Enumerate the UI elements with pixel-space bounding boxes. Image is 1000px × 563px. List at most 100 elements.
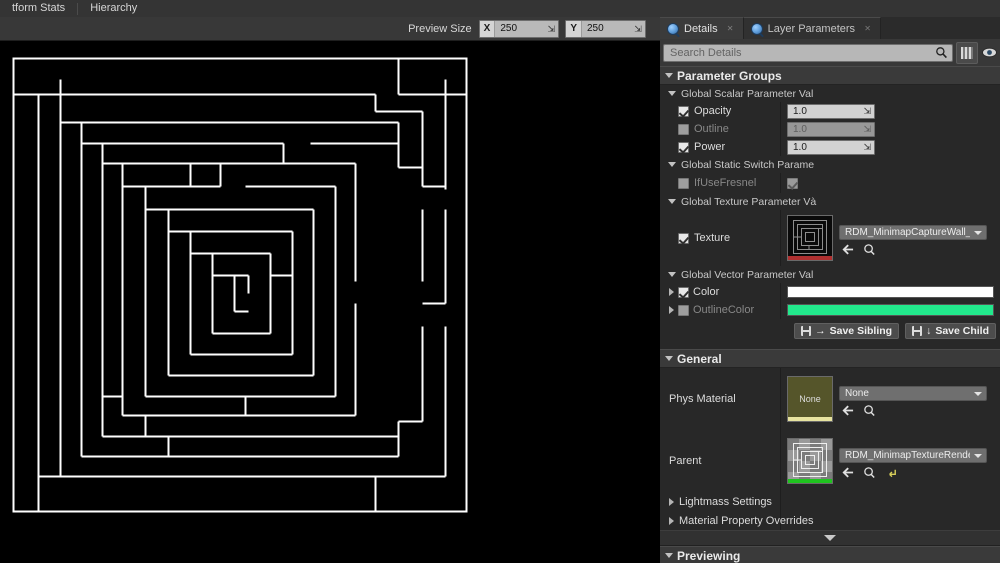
spinner-icon[interactable]: ⇲	[631, 20, 645, 37]
group-global-vector[interactable]: Global Vector Parameter Val	[660, 266, 1000, 283]
group-global-texture-label: Global Texture Parameter Và	[681, 195, 817, 208]
chevron-down-icon	[668, 272, 676, 277]
browse-to-asset-icon[interactable]	[841, 404, 854, 417]
category-parameter-groups[interactable]: Parameter Groups	[660, 66, 1000, 85]
row-power-right: 1.0 ⇲	[781, 139, 1000, 155]
parent-asset-picker: RDM_MinimapTextureRender_Mater	[787, 433, 987, 489]
spinner-icon[interactable]: ⇲	[544, 20, 559, 37]
row-lightmass-settings[interactable]: Lightmass Settings	[660, 492, 1000, 511]
row-texture-right: RDM_MinimapCaptureWall_TextureR	[781, 210, 1000, 266]
spinner-icon[interactable]: ⇲	[863, 106, 871, 117]
view-options-icon[interactable]	[981, 43, 997, 63]
browse-to-asset-icon[interactable]	[841, 466, 854, 479]
tab-hierarchy[interactable]: Hierarchy	[78, 0, 149, 17]
outline-checkbox[interactable]	[678, 123, 689, 135]
row-texture-left: Texture	[660, 210, 781, 266]
group-global-scalar[interactable]: Global Scalar Parameter Val	[660, 85, 1000, 102]
row-outlinecolor[interactable]: OutlineColor	[660, 301, 1000, 319]
group-global-static-switch[interactable]: Global Static Switch Parame	[660, 156, 1000, 173]
find-in-content-browser-icon[interactable]	[863, 466, 876, 479]
reset-to-default-icon[interactable]	[885, 466, 898, 479]
save-child-label: Save Child	[935, 325, 989, 337]
tab-layer-parameters-label: Layer Parameters	[767, 22, 856, 35]
material-preview-viewport[interactable]	[0, 41, 660, 563]
row-opacity[interactable]: Opacity 1.0 ⇲	[660, 102, 1000, 120]
preview-size-y-value[interactable]: 250	[582, 20, 631, 37]
row-ifusefresnel-left: IfUseFresnel	[660, 173, 781, 193]
chevron-down-icon	[974, 230, 982, 235]
opacity-value-field[interactable]: 1.0 ⇲	[787, 103, 875, 119]
expand-arrow-icon[interactable]	[669, 516, 674, 525]
column-settings-icon[interactable]	[956, 41, 978, 64]
color-checkbox[interactable]	[678, 286, 689, 298]
phys-material-thumbnail[interactable]: None	[787, 376, 833, 422]
parent-thumbnail[interactable]	[787, 438, 833, 484]
save-sibling-icon	[801, 326, 812, 336]
row-color[interactable]: Color	[660, 283, 1000, 301]
group-global-vector-label: Global Vector Parameter Val	[681, 268, 814, 281]
texture-picker-controls: RDM_MinimapCaptureWall_TextureR	[839, 215, 987, 256]
row-phys-material[interactable]: Phys Material None None	[660, 368, 1000, 430]
texture-label: Texture	[694, 232, 731, 244]
tab-platform-stats[interactable]: tform Stats	[0, 0, 77, 17]
outlinecolor-label: OutlineColor	[693, 304, 755, 316]
collapse-section-handle[interactable]	[660, 530, 1000, 546]
expand-arrow-icon[interactable]	[669, 306, 674, 314]
ifusefresnel-value-checkbox[interactable]	[787, 177, 798, 189]
row-texture[interactable]: Texture RDM_MinimapCaptureWall_	[660, 210, 1000, 266]
outline-value-field[interactable]: 1.0 ⇲	[787, 121, 875, 137]
search-details-box[interactable]	[663, 43, 953, 62]
tab-layer-parameters[interactable]: Layer Parameters ✕	[743, 17, 882, 39]
texture-asset-combo[interactable]: RDM_MinimapCaptureWall_TextureR	[839, 225, 987, 240]
category-general[interactable]: General	[660, 349, 1000, 368]
row-lightmass-settings-left: Lightmass Settings	[660, 492, 781, 511]
details-panel: Details ✕ Layer Parameters ✕ Search Deta…	[660, 17, 1000, 563]
row-parent[interactable]: Parent RDM_MinimapTextureRend	[660, 430, 1000, 492]
row-opacity-left: Opacity	[660, 102, 781, 120]
save-child-arrow: ↓	[926, 325, 932, 337]
expand-arrow-icon[interactable]	[669, 288, 674, 296]
spinner-icon[interactable]: ⇲	[863, 142, 871, 153]
row-power[interactable]: Power 1.0 ⇲	[660, 138, 1000, 156]
details-search-row	[660, 39, 1000, 66]
close-icon[interactable]: ✕	[726, 24, 735, 33]
expand-arrow-icon[interactable]	[669, 497, 674, 506]
group-global-texture[interactable]: Global Texture Parameter Và	[660, 193, 1000, 210]
texture-checkbox[interactable]	[678, 232, 689, 244]
tab-details[interactable]: Details ✕	[660, 17, 744, 39]
save-child-button[interactable]: ↓ Save Child	[905, 323, 996, 339]
row-ifusefresnel[interactable]: IfUseFresnel	[660, 173, 1000, 193]
preview-size-x-value[interactable]: 250	[495, 20, 545, 37]
category-previewing[interactable]: Previewing	[660, 546, 1000, 563]
outlinecolor-checkbox[interactable]	[678, 304, 689, 316]
lightmass-settings-label: Lightmass Settings	[679, 495, 772, 508]
color-label: Color	[693, 286, 720, 298]
phys-material-combo[interactable]: None	[839, 386, 987, 401]
save-sibling-button[interactable]: → Save Sibling	[794, 323, 900, 339]
browse-to-asset-icon[interactable]	[841, 243, 854, 256]
chevron-down-icon	[668, 162, 676, 167]
search-input[interactable]	[668, 45, 935, 60]
find-in-content-browser-icon[interactable]	[863, 404, 876, 417]
row-color-left: Color	[660, 283, 781, 301]
parent-combo[interactable]: RDM_MinimapTextureRender_Mater	[839, 448, 987, 463]
details-property-list[interactable]: Parameter Groups Global Scalar Parameter…	[660, 66, 1000, 563]
power-value-field[interactable]: 1.0 ⇲	[787, 139, 875, 155]
row-material-property-overrides[interactable]: Material Property Overrides	[660, 511, 1000, 530]
row-outline[interactable]: Outline 1.0 ⇲	[660, 120, 1000, 138]
outlinecolor-swatch[interactable]	[787, 304, 994, 316]
row-parent-right: RDM_MinimapTextureRender_Mater	[781, 433, 1000, 489]
parent-thumb-status-bar	[788, 479, 832, 483]
close-icon[interactable]: ✕	[863, 24, 872, 33]
find-in-content-browser-icon[interactable]	[863, 243, 876, 256]
power-checkbox[interactable]	[678, 141, 689, 153]
preview-size-y-field[interactable]: Y 250 ⇲	[565, 19, 646, 38]
texture-asset-picker: RDM_MinimapCaptureWall_TextureR	[787, 210, 987, 266]
spinner-icon[interactable]: ⇲	[863, 124, 871, 135]
preview-size-x-field[interactable]: X 250 ⇲	[478, 19, 560, 38]
ifusefresnel-enable-checkbox[interactable]	[678, 177, 689, 189]
texture-thumbnail[interactable]	[787, 215, 833, 261]
save-buttons-row: → Save Sibling ↓ Save Child	[660, 319, 1000, 345]
color-swatch[interactable]	[787, 286, 994, 298]
opacity-checkbox[interactable]	[678, 105, 689, 117]
